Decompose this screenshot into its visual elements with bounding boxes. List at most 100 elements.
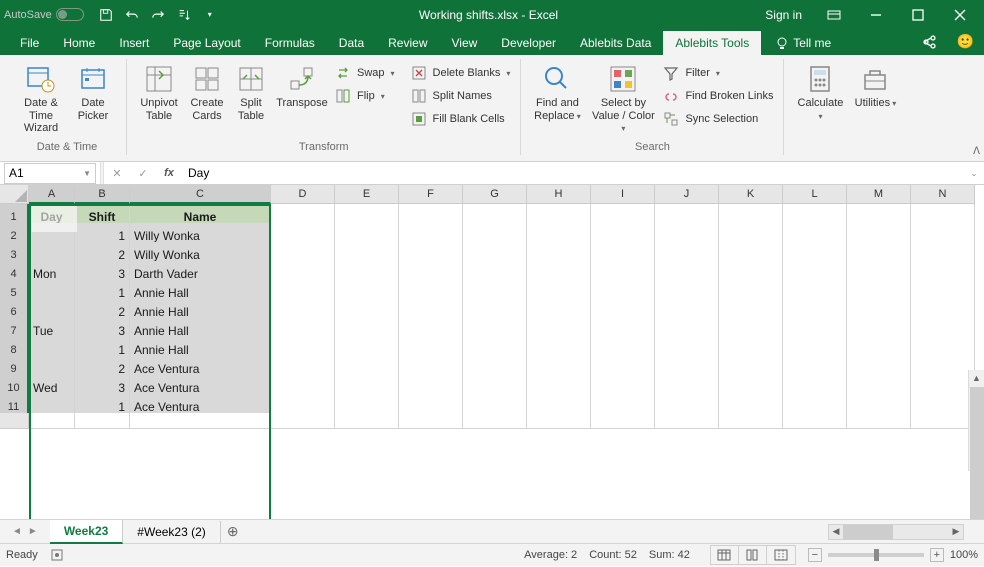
page-break-view-button[interactable]	[767, 546, 795, 564]
cell-12-A[interactable]	[29, 413, 75, 429]
col-header-C[interactable]: C	[130, 185, 271, 204]
sheet-nav-last[interactable]: ►	[28, 526, 38, 537]
sheet-tab-week23[interactable]: Week23	[50, 520, 123, 544]
autosave-toggle[interactable]: AutoSave	[4, 8, 84, 21]
col-header-I[interactable]: I	[591, 185, 655, 204]
cell-12-B[interactable]	[75, 413, 130, 429]
col-header-F[interactable]: F	[399, 185, 463, 204]
cell-12-M[interactable]	[847, 413, 911, 429]
col-header-H[interactable]: H	[527, 185, 591, 204]
tab-ablebits-data[interactable]: Ablebits Data	[568, 31, 663, 55]
tab-file[interactable]: File	[8, 31, 51, 55]
close-button[interactable]	[940, 0, 980, 29]
ribbon-display-options[interactable]	[814, 0, 854, 29]
col-header-D[interactable]: D	[271, 185, 335, 204]
delete-blanks-button[interactable]: Delete Blanks	[409, 63, 513, 83]
cell-12-G[interactable]	[463, 413, 527, 429]
cell-12-E[interactable]	[335, 413, 399, 429]
date-picker-button[interactable]: Date Picker	[68, 61, 118, 135]
col-header-G[interactable]: G	[463, 185, 527, 204]
tellme-button[interactable]: Tell me	[767, 31, 839, 55]
feedback-emoji-icon[interactable]: 🙂	[947, 28, 984, 55]
col-header-K[interactable]: K	[719, 185, 783, 204]
select-all-corner[interactable]	[0, 185, 29, 204]
fill-blank-cells-button[interactable]: Fill Blank Cells	[409, 109, 513, 129]
share-button[interactable]	[911, 29, 947, 55]
tab-insert[interactable]: Insert	[107, 31, 161, 55]
swap-button[interactable]: Swap	[333, 63, 397, 83]
formula-input[interactable]	[182, 166, 964, 180]
calculate-button[interactable]: Calculate	[792, 61, 848, 122]
cell-12-C[interactable]	[130, 413, 271, 429]
col-header-N[interactable]: N	[911, 185, 975, 204]
cell-12-L[interactable]	[783, 413, 847, 429]
create-cards-button[interactable]: Create Cards	[185, 61, 229, 129]
hscroll-thumb[interactable]	[843, 525, 893, 539]
zoom-level[interactable]: 100%	[950, 549, 978, 561]
cell-12-N[interactable]	[911, 413, 975, 429]
col-header-L[interactable]: L	[783, 185, 847, 204]
cell-12-F[interactable]	[399, 413, 463, 429]
col-header-B[interactable]: B	[75, 185, 130, 204]
page-layout-view-button[interactable]	[739, 546, 767, 564]
split-table-button[interactable]: Split Table	[231, 61, 271, 129]
sort-button[interactable]	[172, 3, 196, 27]
zoom-thumb[interactable]	[874, 549, 879, 561]
col-header-E[interactable]: E	[335, 185, 399, 204]
scroll-left-button[interactable]: ◀	[829, 526, 843, 537]
signin-button[interactable]: Sign in	[755, 4, 812, 26]
horizontal-scrollbar[interactable]: ◀ ▶	[828, 524, 964, 540]
scroll-right-button[interactable]: ▶	[949, 526, 963, 537]
tab-data[interactable]: Data	[327, 31, 376, 55]
redo-button[interactable]	[146, 3, 170, 27]
col-header-J[interactable]: J	[655, 185, 719, 204]
cell-12-J[interactable]	[655, 413, 719, 429]
select-by-value-color-button[interactable]: Select by Value / Color	[587, 61, 659, 135]
zoom-out-button[interactable]: −	[808, 548, 822, 562]
collapse-ribbon-button[interactable]: ᐱ	[973, 146, 980, 157]
cell-12-K[interactable]	[719, 413, 783, 429]
find-broken-links-button[interactable]: Find Broken Links	[661, 86, 775, 106]
scroll-thumb[interactable]	[970, 387, 984, 519]
col-header-M[interactable]: M	[847, 185, 911, 204]
macro-record-icon[interactable]	[50, 548, 64, 562]
find-replace-button[interactable]: Find and Replace	[529, 61, 585, 135]
scroll-up-button[interactable]: ▲	[969, 370, 984, 386]
tab-review[interactable]: Review	[376, 31, 439, 55]
col-header-A[interactable]: A	[29, 185, 75, 204]
flip-button[interactable]: Flip	[333, 86, 397, 106]
cell-12-H[interactable]	[527, 413, 591, 429]
zoom-in-button[interactable]: +	[930, 548, 944, 562]
enter-button[interactable]: ✓	[130, 162, 156, 185]
tab-page-layout[interactable]: Page Layout	[161, 31, 252, 55]
sheet-nav-first[interactable]: ◄	[12, 526, 22, 537]
undo-button[interactable]	[120, 3, 144, 27]
normal-view-button[interactable]	[711, 546, 739, 564]
row-header-12[interactable]	[0, 413, 29, 429]
filter-button[interactable]: Filter	[661, 63, 775, 83]
cell-12-I[interactable]	[591, 413, 655, 429]
name-box[interactable]: A1▼	[4, 163, 96, 184]
tab-formulas[interactable]: Formulas	[253, 31, 327, 55]
transpose-button[interactable]: Transpose	[273, 61, 331, 129]
qat-more-button[interactable]: ▾	[198, 3, 222, 27]
zoom-slider[interactable]	[828, 553, 924, 557]
minimize-button[interactable]	[856, 0, 896, 29]
sync-selection-button[interactable]: Sync Selection	[661, 109, 775, 129]
unpivot-table-button[interactable]: Unpivot Table	[135, 61, 183, 129]
new-sheet-button[interactable]: ⊕	[221, 523, 245, 540]
tab-developer[interactable]: Developer	[489, 31, 568, 55]
maximize-button[interactable]	[898, 0, 938, 29]
split-names-button[interactable]: Split Names	[409, 86, 513, 106]
tab-home[interactable]: Home	[51, 31, 107, 55]
tab-view[interactable]: View	[440, 31, 490, 55]
date-time-wizard-button[interactable]: Date & Time Wizard	[16, 61, 66, 135]
expand-formula-bar-button[interactable]: ⌄	[964, 169, 984, 178]
cancel-button[interactable]: ✕	[104, 162, 130, 185]
utilities-button[interactable]: Utilities	[850, 61, 900, 122]
sheet-tab-week23-copy[interactable]: #Week23 (2)	[123, 521, 220, 543]
namebox-dropdown[interactable]: ▼	[83, 169, 91, 178]
tab-ablebits-tools[interactable]: Ablebits Tools	[663, 31, 761, 55]
save-button[interactable]	[94, 3, 118, 27]
vertical-scrollbar[interactable]: ▲	[968, 370, 984, 471]
